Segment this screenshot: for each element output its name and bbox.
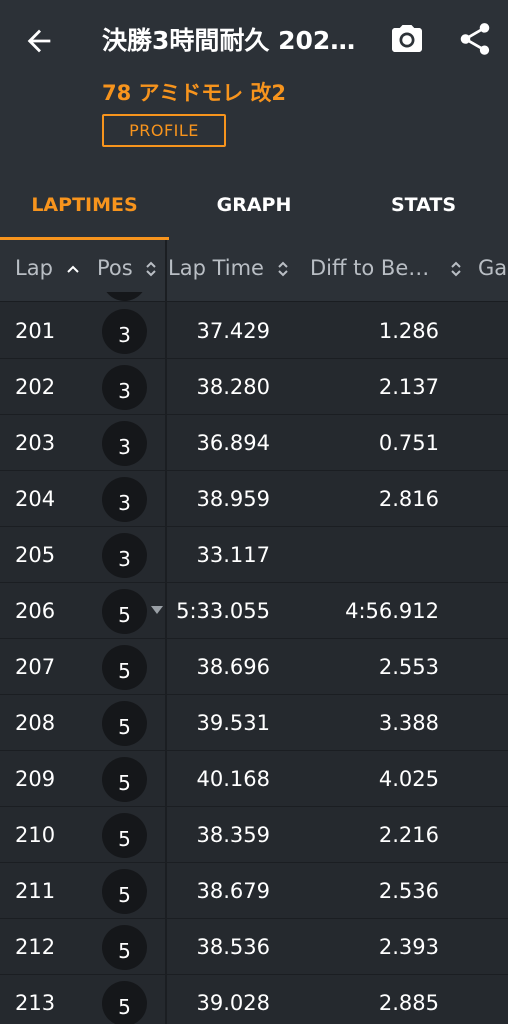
- lap-number: 202: [15, 375, 56, 399]
- column-label: Pos: [97, 256, 133, 280]
- diff-to-best: 2.137: [378, 375, 439, 399]
- tab-graph[interactable]: GRAPH: [169, 170, 339, 240]
- lap-time: 36.894: [196, 431, 270, 455]
- position-badge: 3: [102, 477, 147, 522]
- diff-to-best: 4.025: [378, 767, 439, 791]
- diff-to-best: 2.885: [378, 991, 439, 1015]
- lap-time: 39.531: [196, 711, 270, 735]
- lap-number: 203: [15, 431, 56, 455]
- laptimes-table: Lap Pos Lap Time Diff to Be… Ga 201 3 37…: [0, 240, 508, 1024]
- column-header-gap[interactable]: Ga: [478, 240, 507, 302]
- table-row[interactable]: 209 5 40.168 4.025: [0, 751, 508, 807]
- lap-time: 38.959: [196, 487, 270, 511]
- column-label: Ga: [478, 256, 508, 280]
- diff-to-best: 0.751: [378, 431, 439, 455]
- page-title: 決勝3時間耐久 202…: [102, 26, 356, 55]
- share-icon: [460, 23, 490, 55]
- table-row[interactable]: 205 3 33.117: [0, 527, 508, 583]
- table-row[interactable]: 213 5 39.028 2.885: [0, 975, 508, 1024]
- table-row[interactable]: 203 3 36.894 0.751: [0, 415, 508, 471]
- position-badge: 3: [102, 421, 147, 466]
- lap-number: 212: [15, 935, 56, 959]
- frozen-column-divider: [165, 240, 167, 1024]
- lap-time: 40.168: [196, 767, 270, 791]
- diff-to-best: 4:56.912: [345, 599, 439, 623]
- table-row[interactable]: 204 3 38.959 2.816: [0, 471, 508, 527]
- column-label: Diff to Be…: [310, 256, 430, 280]
- table-header: Lap Pos Lap Time Diff to Be… Ga: [0, 240, 508, 302]
- table-row[interactable]: 206 5 5:33.055 4:56.912: [0, 583, 508, 639]
- lap-time: 37.429: [196, 319, 270, 343]
- lap-number: 210: [15, 823, 56, 847]
- profile-button[interactable]: PROFILE: [102, 114, 226, 147]
- lap-number: 213: [15, 991, 56, 1015]
- position-badge: 5: [102, 589, 147, 634]
- table-row[interactable]: 212 5 38.536 2.393: [0, 919, 508, 975]
- lap-number: 211: [15, 879, 56, 903]
- lap-time: 39.028: [196, 991, 270, 1015]
- position-badge-partial: [102, 292, 147, 302]
- back-button[interactable]: [22, 24, 56, 58]
- position-badge: 5: [102, 645, 147, 690]
- tab-laptimes[interactable]: LAPTIMES: [0, 170, 169, 240]
- column-header-lap[interactable]: Lap: [15, 240, 80, 302]
- column-label: Lap Time: [168, 256, 264, 280]
- diff-to-best: 2.816: [378, 487, 439, 511]
- lap-number: 206: [15, 599, 56, 623]
- position-badge: 5: [102, 701, 147, 746]
- diff-to-best: 3.388: [378, 711, 439, 735]
- position-drop-icon: [151, 606, 163, 614]
- position-badge: 5: [102, 813, 147, 858]
- share-button[interactable]: [456, 20, 494, 58]
- diff-to-best: 2.536: [378, 879, 439, 903]
- column-header-lap-time[interactable]: Lap Time: [168, 240, 289, 302]
- sort-ascending-icon: [66, 265, 79, 273]
- screenshot-button[interactable]: [388, 22, 426, 58]
- table-row[interactable]: 208 5 39.531 3.388: [0, 695, 508, 751]
- lap-time: 38.696: [196, 655, 270, 679]
- car-name: 78 アミドモレ 改2: [102, 81, 287, 105]
- table-row[interactable]: 211 5 38.679 2.536: [0, 863, 508, 919]
- sort-icon: [146, 261, 157, 277]
- app-bar: 決勝3時間耐久 202… 78 アミドモレ 改2 PROFILE: [0, 0, 508, 170]
- lap-number: 201: [15, 319, 56, 343]
- lap-time: 5:33.055: [176, 599, 270, 623]
- position-badge: 3: [102, 309, 147, 354]
- position-badge: 3: [102, 365, 147, 410]
- diff-to-best: 2.393: [378, 935, 439, 959]
- diff-to-best: 1.286: [378, 319, 439, 343]
- position-badge: 3: [102, 533, 147, 578]
- lap-time: 33.117: [196, 543, 270, 567]
- table-row[interactable]: 207 5 38.696 2.553: [0, 639, 508, 695]
- position-badge: 5: [102, 869, 147, 914]
- camera-icon: [392, 25, 422, 52]
- diff-to-best: [300, 527, 439, 583]
- lap-number: 207: [15, 655, 56, 679]
- arrow-back-icon: [27, 29, 51, 53]
- position-badge: 5: [102, 757, 147, 802]
- diff-to-best: 2.553: [378, 655, 439, 679]
- diff-to-best: 2.216: [378, 823, 439, 847]
- lap-number: 204: [15, 487, 56, 511]
- position-badge: 5: [102, 925, 147, 970]
- position-badge: 5: [102, 981, 147, 1024]
- lap-time: 38.280: [196, 375, 270, 399]
- column-header-diff-to-best[interactable]: Diff to Be…: [310, 240, 462, 302]
- lap-number: 205: [15, 543, 56, 567]
- column-label: Lap: [15, 256, 53, 280]
- sort-icon: [451, 261, 461, 277]
- lap-number: 208: [15, 711, 56, 735]
- lap-time: 38.679: [196, 879, 270, 903]
- lap-time: 38.359: [196, 823, 270, 847]
- table-row[interactable]: 210 5 38.359 2.216: [0, 807, 508, 863]
- lap-number: 209: [15, 767, 56, 791]
- sort-icon: [277, 261, 288, 277]
- table-row[interactable]: 202 3 38.280 2.137: [0, 359, 508, 415]
- tab-bar: LAPTIMES GRAPH STATS: [0, 170, 508, 240]
- tab-stats[interactable]: STATS: [339, 170, 508, 240]
- table-row[interactable]: 201 3 37.429 1.286: [0, 303, 508, 359]
- lap-time: 38.536: [196, 935, 270, 959]
